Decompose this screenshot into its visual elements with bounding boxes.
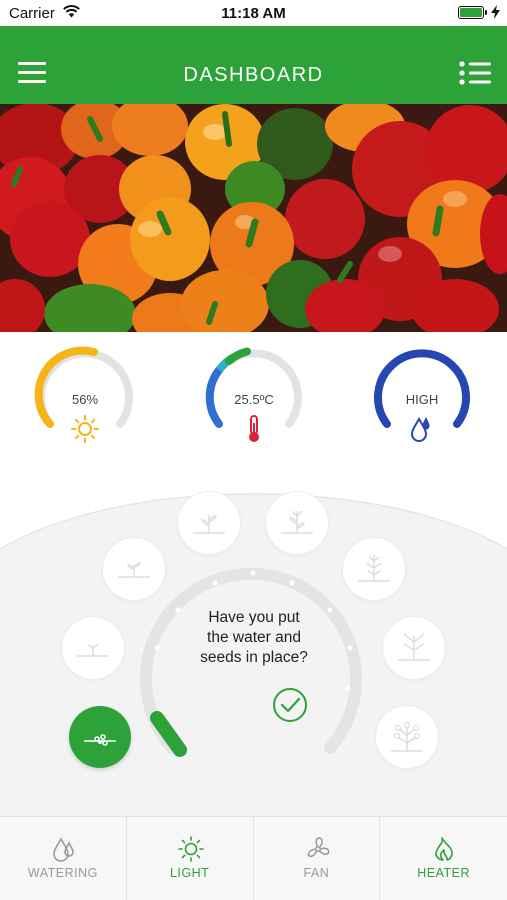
setup-question: Have you put the water and seeds in plac… xyxy=(163,608,345,668)
tab-label: LIGHT xyxy=(169,866,210,880)
tab-light[interactable]: LIGHT xyxy=(127,817,254,900)
tab-label: WATERING xyxy=(27,866,98,880)
status-bar: Carrier 11:18 AM xyxy=(0,0,507,26)
check-circle-icon[interactable] xyxy=(272,687,308,723)
sprout-stage-icon[interactable] xyxy=(62,617,124,679)
app-header: DASHBOARD xyxy=(0,26,507,104)
tab-watering[interactable]: WATERING xyxy=(0,817,127,900)
sun-icon xyxy=(177,836,204,862)
tab-label: FAN xyxy=(303,866,330,880)
fan-icon xyxy=(307,837,329,858)
list-icon[interactable] xyxy=(458,60,492,86)
growth-stage-panel: Have you put the water and seeds in plac… xyxy=(0,452,507,816)
charging-icon xyxy=(491,5,500,19)
sensor-gauges: 56% 25.5ºC HIGH xyxy=(0,332,507,452)
flowering-plant-stage-icon[interactable] xyxy=(376,706,438,768)
bell-peppers-photo xyxy=(0,104,507,332)
question-line: the water and xyxy=(207,629,301,646)
leafy-plant-stage-icon[interactable] xyxy=(266,492,328,554)
seedling-stage-icon[interactable] xyxy=(103,538,165,600)
flame-icon xyxy=(435,837,454,861)
light-gauge: 56% xyxy=(30,340,140,450)
humidity-gauge: HIGH xyxy=(367,340,477,450)
watering-drops-icon xyxy=(53,837,74,862)
battery-icon xyxy=(458,6,487,19)
humidity-value: HIGH xyxy=(405,392,439,407)
light-value: 56% xyxy=(71,392,99,407)
clock: 11:18 AM xyxy=(221,5,286,22)
question-line: seeds in place? xyxy=(200,649,308,666)
page-title: DASHBOARD xyxy=(183,64,324,86)
thermometer-icon xyxy=(249,415,259,442)
sun-icon xyxy=(71,415,99,443)
tab-heater[interactable]: HEATER xyxy=(380,817,507,900)
temperature-value: 25.5ºC xyxy=(234,392,274,407)
water-drops-icon xyxy=(410,416,430,442)
growing-plant-stage-icon[interactable] xyxy=(343,538,405,600)
young-plant-stage-icon[interactable] xyxy=(178,492,240,554)
branching-plant-stage-icon[interactable] xyxy=(383,617,445,679)
question-line: Have you put xyxy=(208,609,300,626)
bottom-tab-bar: WATERING LIGHT FAN HEATER xyxy=(0,816,507,900)
seed-stage-icon[interactable] xyxy=(69,706,131,768)
tab-fan[interactable]: FAN xyxy=(254,817,381,900)
tab-label: HEATER xyxy=(417,866,471,880)
temperature-gauge: 25.5ºC xyxy=(199,340,309,450)
